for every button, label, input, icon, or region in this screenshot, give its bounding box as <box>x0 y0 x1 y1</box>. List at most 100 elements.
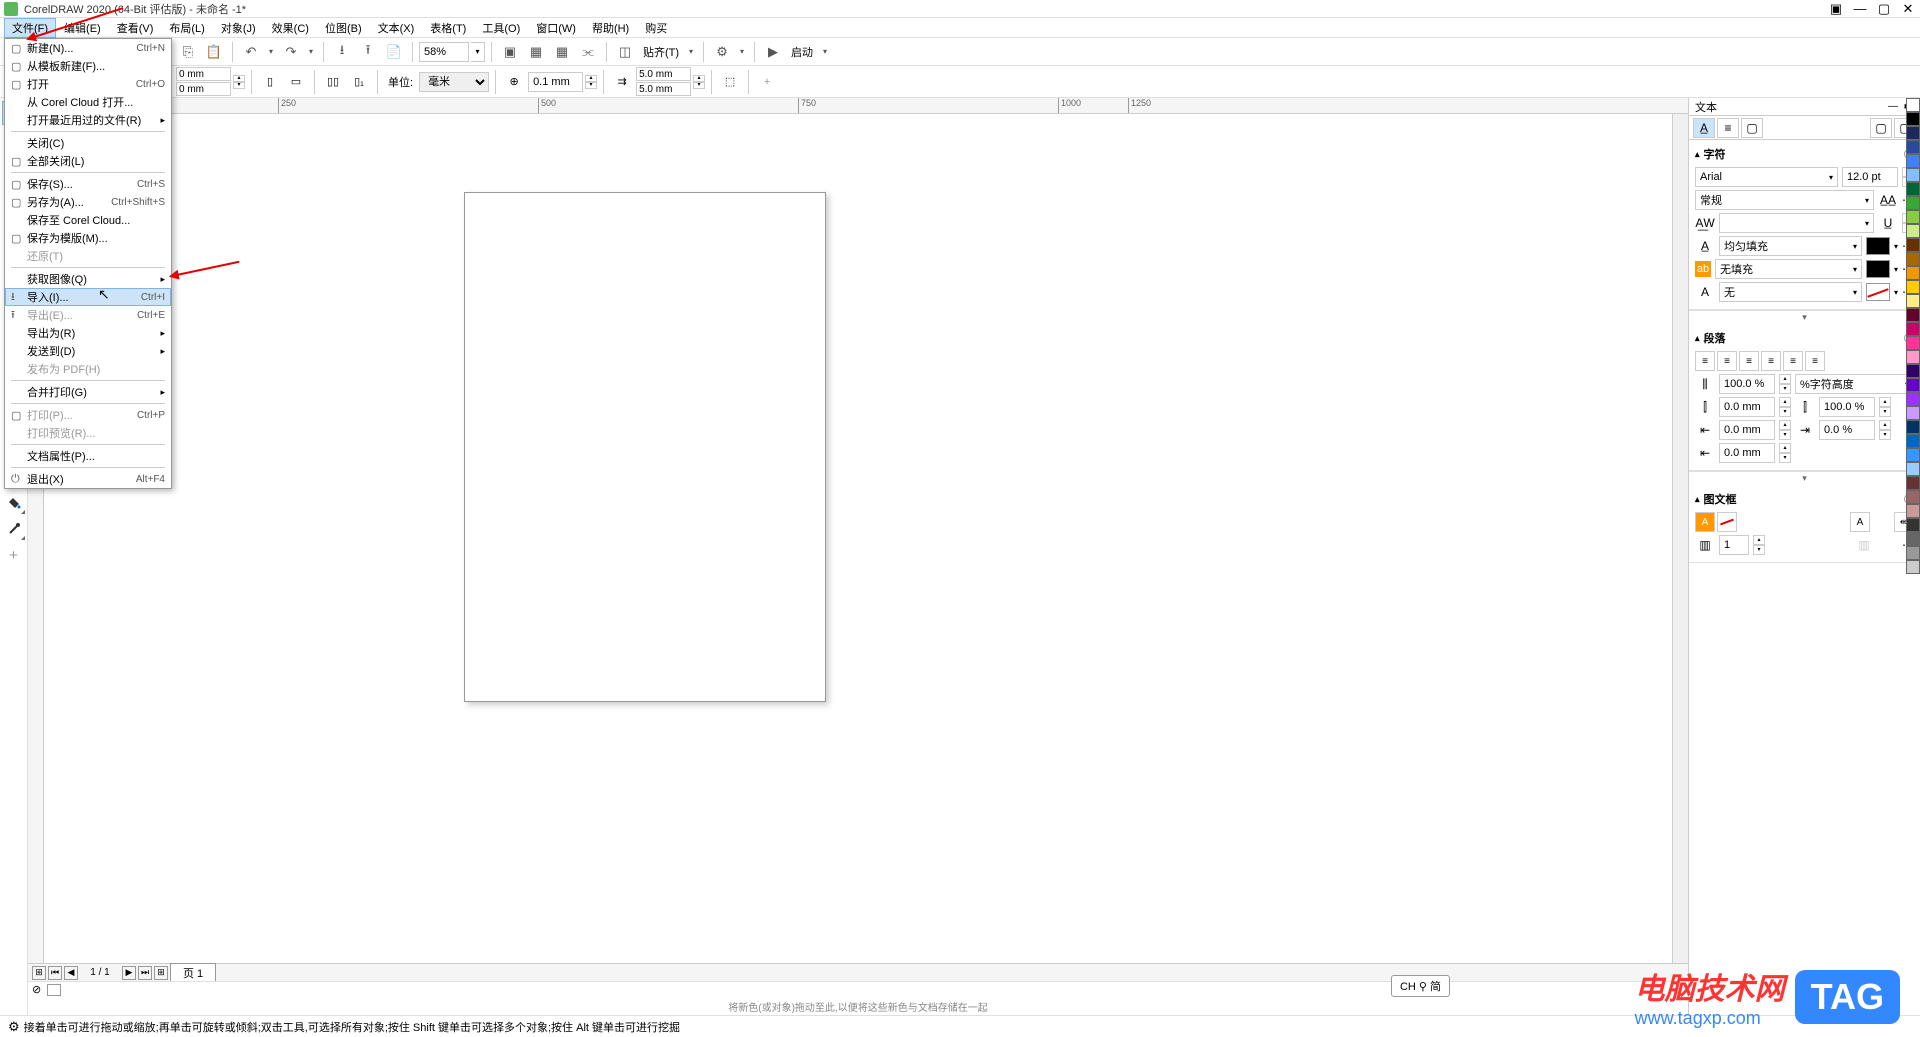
palette-swatch[interactable] <box>1906 126 1920 140</box>
frame-btn-3[interactable]: A <box>1850 512 1870 532</box>
no-fill-icon[interactable]: ⊘ <box>32 983 41 996</box>
all-pages-icon[interactable]: ▯▯ <box>321 70 345 94</box>
publish-pdf-icon[interactable]: 📄 <box>382 40 406 64</box>
snap-label[interactable]: 贴齐(T) <box>643 44 679 60</box>
palette-swatch[interactable] <box>1906 252 1920 266</box>
fullscreen-icon[interactable]: ▣ <box>498 40 522 64</box>
before-para-input[interactable] <box>1719 397 1775 417</box>
collapse-bar[interactable]: ▾ <box>1689 471 1920 485</box>
palette-swatch[interactable] <box>1906 182 1920 196</box>
palette-swatch[interactable] <box>1906 210 1920 224</box>
first-page-icon[interactable]: ⏮ <box>48 966 62 980</box>
next-page-icon[interactable]: ▶ <box>122 966 136 980</box>
spacing-unit-combo[interactable]: %字符高度▾ <box>1795 374 1914 394</box>
paste-icon[interactable]: 📋 <box>202 40 226 64</box>
spin-down-icon[interactable]: ▾ <box>585 82 597 89</box>
palette-swatch[interactable] <box>1906 154 1920 168</box>
palette-swatch[interactable] <box>1906 350 1920 364</box>
portrait-icon[interactable]: ▯ <box>258 70 282 94</box>
doc-swatch[interactable] <box>47 984 61 996</box>
align-right-icon[interactable]: ≡ <box>1761 351 1781 371</box>
zoom-dropdown-icon[interactable]: ▾ <box>471 42 485 62</box>
gear-icon[interactable]: ⚙ <box>8 1019 20 1035</box>
dup-y-input[interactable] <box>636 82 691 96</box>
export-icon[interactable]: ⭱ <box>356 40 380 64</box>
file-menu-item[interactable]: 合并打印(G)▸ <box>5 383 171 401</box>
menu-buy[interactable]: 购买 <box>637 18 675 38</box>
file-menu-item[interactable]: 从 Corel Cloud 打开... <box>5 93 171 111</box>
cols-align-icon[interactable]: ▥ <box>1854 535 1874 555</box>
add-icon[interactable]: + <box>755 70 779 94</box>
palette-swatch[interactable] <box>1906 294 1920 308</box>
char-tab-icon[interactable]: A̲ <box>1693 118 1715 138</box>
landscape-icon[interactable]: ▭ <box>284 70 308 94</box>
treat-as-icon[interactable]: ⬚ <box>718 70 742 94</box>
close-icon[interactable]: ✕ <box>1900 1 1916 17</box>
palette-swatch[interactable] <box>1906 224 1920 238</box>
underline-icon[interactable]: U̲ <box>1878 213 1898 233</box>
font-combo[interactable]: Arial▾ <box>1695 167 1838 187</box>
fill-swatch-1[interactable] <box>1866 237 1890 255</box>
outline-tool[interactable] <box>2 517 26 541</box>
file-menu-item[interactable]: ▢全部关闭(L) <box>5 152 171 170</box>
redo-dropdown-icon[interactable]: ▾ <box>305 40 317 64</box>
palette-swatch[interactable] <box>1906 322 1920 336</box>
menu-effects[interactable]: 效果(C) <box>264 18 317 38</box>
fill-combo-1[interactable]: 均匀填充▾ <box>1719 236 1862 256</box>
frame-btn-1[interactable]: A <box>1695 512 1715 532</box>
menu-window[interactable]: 窗口(W) <box>528 18 584 38</box>
char-section-header[interactable]: ▴字符 <box>1695 144 1914 164</box>
language-badge[interactable]: CH ⚲ 简 <box>1391 975 1450 997</box>
file-menu-item[interactable]: ⏻退出(X)Alt+F4 <box>5 470 171 488</box>
file-menu-item[interactable]: 关闭(C) <box>5 134 171 152</box>
font-style-combo[interactable]: 常规▾ <box>1695 190 1874 210</box>
palette-swatch[interactable] <box>1906 546 1920 560</box>
menu-table[interactable]: 表格(T) <box>422 18 474 38</box>
palette-swatch[interactable] <box>1906 490 1920 504</box>
file-menu-item[interactable]: ▢从模板新建(F)... <box>5 57 171 75</box>
palette-swatch[interactable] <box>1906 434 1920 448</box>
align-center-icon[interactable]: ≡ <box>1739 351 1759 371</box>
file-menu-item[interactable]: ▢另存为(A)...Ctrl+Shift+S <box>5 193 171 211</box>
file-menu-item[interactable]: 获取图像(Q)▸ <box>5 270 171 288</box>
menu-bitmap[interactable]: 位图(B) <box>317 18 370 38</box>
snap-dropdown-icon[interactable]: ▾ <box>685 40 697 64</box>
palette-swatch[interactable] <box>1906 448 1920 462</box>
import-icon[interactable]: ⭳ <box>330 40 354 64</box>
ruler-horizontal[interactable]: 0 250 500 750 1000 1250 <box>28 98 1688 114</box>
frame-btn-2[interactable] <box>1717 512 1737 532</box>
kerning-icon[interactable]: A̲A̲ <box>1878 190 1898 210</box>
file-menu-item[interactable]: ⭳导入(I)...Ctrl+I <box>5 288 171 306</box>
left-indent-input[interactable] <box>1719 420 1775 440</box>
right-indent-input[interactable] <box>1819 420 1875 440</box>
palette-swatch[interactable] <box>1906 238 1920 252</box>
file-menu-item[interactable]: ▢保存为模版(M)... <box>5 229 171 247</box>
para-section-header[interactable]: ▴段落 <box>1695 328 1914 348</box>
palette-swatch[interactable] <box>1906 476 1920 490</box>
palette-swatch[interactable] <box>1906 196 1920 210</box>
palette-swatch[interactable] <box>1906 98 1920 112</box>
options-icon[interactable]: ⚙ <box>710 40 734 64</box>
file-menu-item[interactable]: 打开最近用过的文件(R)▸ <box>5 111 171 129</box>
outline-swatch[interactable] <box>1866 283 1890 301</box>
copy-icon[interactable]: ⎘ <box>176 40 200 64</box>
file-menu-item[interactable]: 导出为(R)▸ <box>5 324 171 342</box>
prev-page-icon[interactable]: ◀ <box>64 966 78 980</box>
align-none-icon[interactable]: ≡ <box>1695 351 1715 371</box>
line-spacing-input[interactable] <box>1719 374 1775 394</box>
palette-swatch[interactable] <box>1906 392 1920 406</box>
collapse-bar[interactable]: ▾ <box>1689 310 1920 324</box>
launch-dropdown-icon[interactable]: ▾ <box>819 40 831 64</box>
file-menu-item[interactable]: 保存至 Corel Cloud... <box>5 211 171 229</box>
palette-swatch[interactable] <box>1906 504 1920 518</box>
spin-down-icon[interactable]: ▾ <box>233 82 245 89</box>
palette-swatch[interactable] <box>1906 112 1920 126</box>
add-page-after-icon[interactable]: ⊞ <box>154 966 168 980</box>
vertical-scrollbar[interactable] <box>1672 114 1688 963</box>
palette-swatch[interactable] <box>1906 378 1920 392</box>
para-tab-icon[interactable]: ≡ <box>1717 118 1739 138</box>
fill-tool[interactable] <box>2 491 26 515</box>
fill-swatch-2[interactable] <box>1866 260 1890 278</box>
zoom-input[interactable] <box>419 42 469 62</box>
frame-tab-icon[interactable]: ▢ <box>1741 118 1763 138</box>
